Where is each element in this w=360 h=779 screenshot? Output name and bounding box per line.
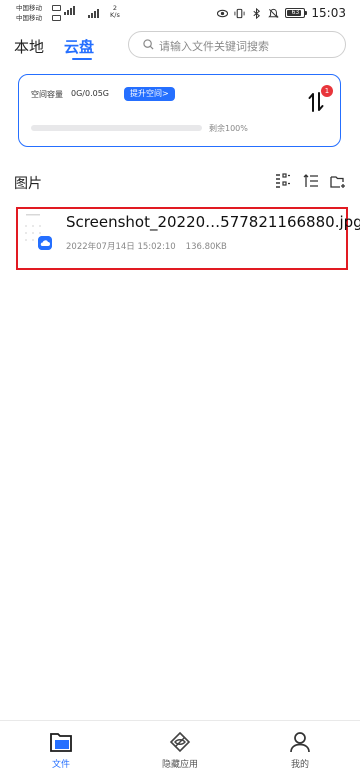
upgrade-storage-button[interactable]: 提升空间>: [124, 87, 175, 101]
file-date: 2022年07月14日 15:02:10: [66, 242, 176, 252]
signal-icon: [88, 9, 99, 18]
storage-card: 空间容量 0G/0.05G 提升空间> 剩余100% 1: [18, 74, 341, 147]
hidden-eye-icon: [169, 731, 191, 753]
search-icon: [143, 39, 154, 50]
search-input[interactable]: 请输入文件关键词搜索: [128, 31, 346, 58]
tab-local[interactable]: 本地: [14, 36, 44, 57]
grid-view-icon[interactable]: [275, 173, 291, 189]
person-icon: [290, 732, 310, 753]
nav-files-label: 文件: [51, 760, 70, 770]
transfer-badge: 1: [321, 85, 333, 97]
capacity-value: 0G/0.05G: [71, 89, 109, 98]
new-folder-icon[interactable]: [330, 173, 346, 189]
tab-active-indicator: [72, 58, 92, 60]
signal-icon: [64, 6, 75, 15]
net-speed: 2 K/s: [110, 5, 120, 19]
status-right: 63 15:03: [217, 6, 346, 20]
eye-icon: [217, 9, 229, 17]
file-list-item[interactable]: Screenshot_20220…577821166880.jpg 2022年0…: [16, 207, 360, 270]
file-size: 136.80KB: [185, 242, 227, 252]
battery-level: 63: [291, 9, 300, 16]
carrier-label-2: 中国移动: [16, 14, 42, 22]
nav-hidden-apps-label: 隐藏应用: [161, 760, 198, 770]
folder-icon: [50, 733, 72, 752]
no-alarm-icon: [268, 8, 280, 18]
clock: 15:03: [311, 6, 346, 20]
search-placeholder: 请输入文件关键词搜索: [159, 40, 269, 53]
file-meta: 2022年07月14日 15:02:10 136.80KB: [66, 240, 227, 252]
tab-cloud[interactable]: 云盘: [64, 36, 94, 57]
bottom-nav: 文件 隐藏应用 我的: [0, 720, 360, 779]
hd-icon: [52, 15, 61, 21]
file-name: Screenshot_20220…577821166880.jpg: [66, 213, 360, 231]
battery-icon: 63: [285, 8, 308, 18]
cloud-icon: [38, 236, 52, 250]
nav-hidden-apps[interactable]: 隐藏应用: [150, 731, 210, 770]
vibrate-icon: [234, 8, 245, 18]
carrier-label-1: 中国移动: [16, 4, 42, 12]
sort-icon[interactable]: [303, 173, 319, 189]
nav-mine-label: 我的: [290, 760, 309, 770]
status-bar: 中国移动 中国移动 2 K/s 63 15:03: [0, 0, 360, 28]
section-title: 图片: [14, 176, 42, 192]
nav-files[interactable]: 文件: [31, 731, 91, 770]
remaining-text: 剩余100%: [209, 124, 248, 133]
storage-progress-bar: [31, 125, 202, 131]
nav-mine[interactable]: 我的: [270, 731, 330, 770]
capacity-label: 空间容量: [31, 90, 63, 99]
bluetooth-icon: [253, 7, 261, 19]
net-speed-unit: K/s: [110, 11, 120, 19]
hd-icon: [52, 5, 61, 11]
